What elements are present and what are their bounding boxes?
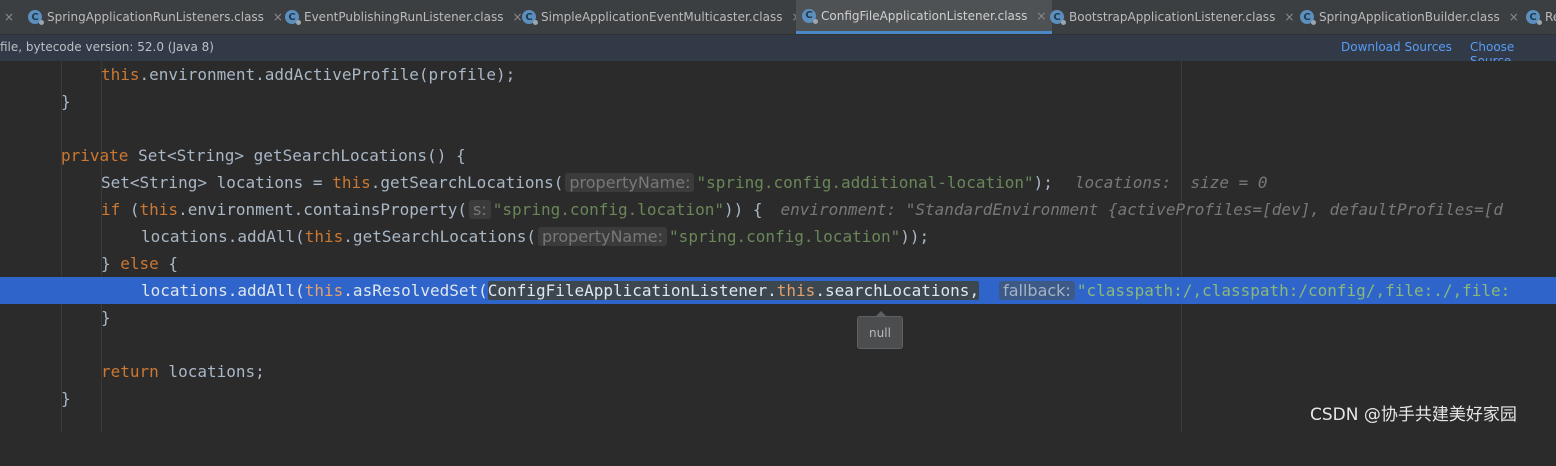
code-text: { bbox=[158, 254, 179, 273]
close-icon[interactable]: × bbox=[1036, 9, 1046, 23]
code-text: ); bbox=[1033, 173, 1053, 192]
parameter-hint: fallback: bbox=[999, 281, 1075, 300]
code-line: Set<String> locations = this.getSearchLo… bbox=[0, 169, 1556, 196]
tab-close-left[interactable]: × bbox=[0, 0, 14, 34]
code-text: ConfigFileApplicationListener. bbox=[487, 281, 777, 300]
download-sources-link[interactable]: Download Sources bbox=[1341, 40, 1452, 54]
code-text: .searchLocations, bbox=[815, 281, 980, 300]
tab-label: SpringApplicationBuilder.class bbox=[1319, 10, 1500, 24]
string-literal: "spring.config.location" bbox=[492, 200, 724, 219]
code-text: .environment.containsProperty( bbox=[178, 200, 468, 219]
class-file-icon: C bbox=[285, 10, 301, 25]
code-text: Set<String> getSearchLocations() { bbox=[128, 146, 466, 165]
string-literal: "spring.config.location" bbox=[669, 227, 901, 246]
inline-debug-value: locations: size = 0 bbox=[1074, 173, 1268, 192]
code-text: } bbox=[61, 92, 71, 111]
class-file-icon: C bbox=[28, 10, 44, 25]
tab-spring-application-run-listeners[interactable]: C SpringApplicationRunListeners.class × bbox=[28, 0, 283, 34]
tab-bootstrap-application-listener[interactable]: C BootstrapApplicationListener.class × bbox=[1050, 0, 1294, 34]
code-text: locations; bbox=[158, 362, 265, 381]
keyword-token: else bbox=[120, 254, 159, 273]
class-file-icon: C bbox=[1050, 10, 1066, 25]
code-line: } bbox=[0, 88, 1556, 115]
class-file-icon: C bbox=[802, 8, 818, 24]
inline-debug-value: environment: "StandardEnvironment {activ… bbox=[780, 200, 1503, 219]
code-text: } bbox=[61, 389, 71, 408]
parameter-hint: propertyName: bbox=[537, 227, 668, 246]
keyword-token: this bbox=[139, 200, 179, 219]
decompiled-file-banner: file, bytecode version: 52.0 (Java 8) Do… bbox=[0, 35, 1556, 68]
code-line: } bbox=[0, 304, 1556, 331]
code-text: )) { bbox=[723, 200, 763, 219]
close-icon[interactable]: × bbox=[1284, 10, 1294, 24]
code-text: .asResolvedSet( bbox=[343, 281, 488, 300]
keyword-token: this bbox=[101, 65, 140, 84]
code-line: } else { bbox=[0, 250, 1556, 277]
parameter-hint: propertyName: bbox=[565, 173, 695, 192]
keyword-token: this bbox=[304, 227, 344, 246]
tab-label: EventPublishingRunListener.class bbox=[304, 10, 504, 24]
keyword-token: private bbox=[61, 146, 129, 165]
tab-label: Re bbox=[1545, 10, 1556, 24]
code-editor[interactable]: this.environment.addActiveProfile(profil… bbox=[0, 61, 1556, 432]
debug-value-tooltip: null bbox=[857, 311, 903, 349]
class-file-icon: C bbox=[522, 10, 538, 25]
tab-label: BootstrapApplicationListener.class bbox=[1069, 10, 1276, 24]
code-line: private Set<String> getSearchLocations()… bbox=[0, 142, 1556, 169]
close-icon[interactable]: × bbox=[273, 10, 283, 24]
code-line: locations.addAll(this.getSearchLocations… bbox=[0, 223, 1556, 250]
tab-label: SimpleApplicationEventMulticaster.class bbox=[541, 10, 783, 24]
close-icon[interactable]: × bbox=[4, 10, 14, 24]
keyword-token: this bbox=[332, 173, 371, 192]
tab-simple-application-event-multicaster[interactable]: C SimpleApplicationEventMulticaster.clas… bbox=[522, 0, 802, 34]
tab-truncated[interactable]: C Re bbox=[1526, 0, 1556, 34]
code-text: )); bbox=[900, 227, 930, 246]
close-icon[interactable]: × bbox=[1509, 10, 1519, 24]
code-text: } bbox=[101, 308, 111, 327]
tab-spring-application-builder[interactable]: C SpringApplicationBuilder.class × bbox=[1300, 0, 1519, 34]
code-text: } bbox=[101, 254, 121, 273]
code-line: if (this.environment.containsProperty(s:… bbox=[0, 196, 1556, 223]
code-text: locations.addAll( bbox=[141, 227, 305, 246]
class-file-icon: C bbox=[1526, 10, 1542, 25]
code-text: Set<String> locations = bbox=[101, 173, 333, 192]
bytecode-version-text: file, bytecode version: 52.0 (Java 8) bbox=[0, 40, 214, 54]
tab-event-publishing-run-listener[interactable]: C EventPublishingRunListener.class × bbox=[285, 0, 523, 34]
class-file-icon: C bbox=[1300, 10, 1316, 25]
code-text: .environment.addActiveProfile(profile); bbox=[139, 65, 516, 84]
editor-tab-bar: × C SpringApplicationRunListeners.class … bbox=[0, 0, 1556, 35]
keyword-token: this bbox=[776, 281, 816, 300]
tab-config-file-application-listener[interactable]: C ConfigFileApplicationListener.class × bbox=[796, 0, 1053, 34]
string-literal: "spring.config.additional-location" bbox=[696, 173, 1034, 192]
watermark-text: CSDN @协手共建美好家园 bbox=[1310, 405, 1517, 425]
code-text: ( bbox=[120, 200, 140, 219]
code-text: locations.addAll( bbox=[141, 281, 305, 300]
code-line: this.environment.addActiveProfile(profil… bbox=[0, 61, 1556, 88]
keyword-token: return bbox=[101, 362, 159, 381]
tab-label: ConfigFileApplicationListener.class bbox=[821, 8, 1028, 23]
keyword-token: this bbox=[304, 281, 344, 300]
tab-label: SpringApplicationRunListeners.class bbox=[47, 10, 264, 24]
execution-line-highlight: locations.addAll(this.asResolvedSet(Conf… bbox=[0, 277, 1556, 304]
parameter-hint: s: bbox=[469, 200, 491, 219]
code-text: .getSearchLocations( bbox=[370, 173, 564, 192]
code-text: .getSearchLocations( bbox=[343, 227, 536, 246]
string-literal: "classpath:/,classpath:/config/,file:./,… bbox=[1076, 281, 1511, 300]
code-line: return locations; bbox=[0, 358, 1556, 385]
keyword-token: if bbox=[101, 200, 121, 219]
